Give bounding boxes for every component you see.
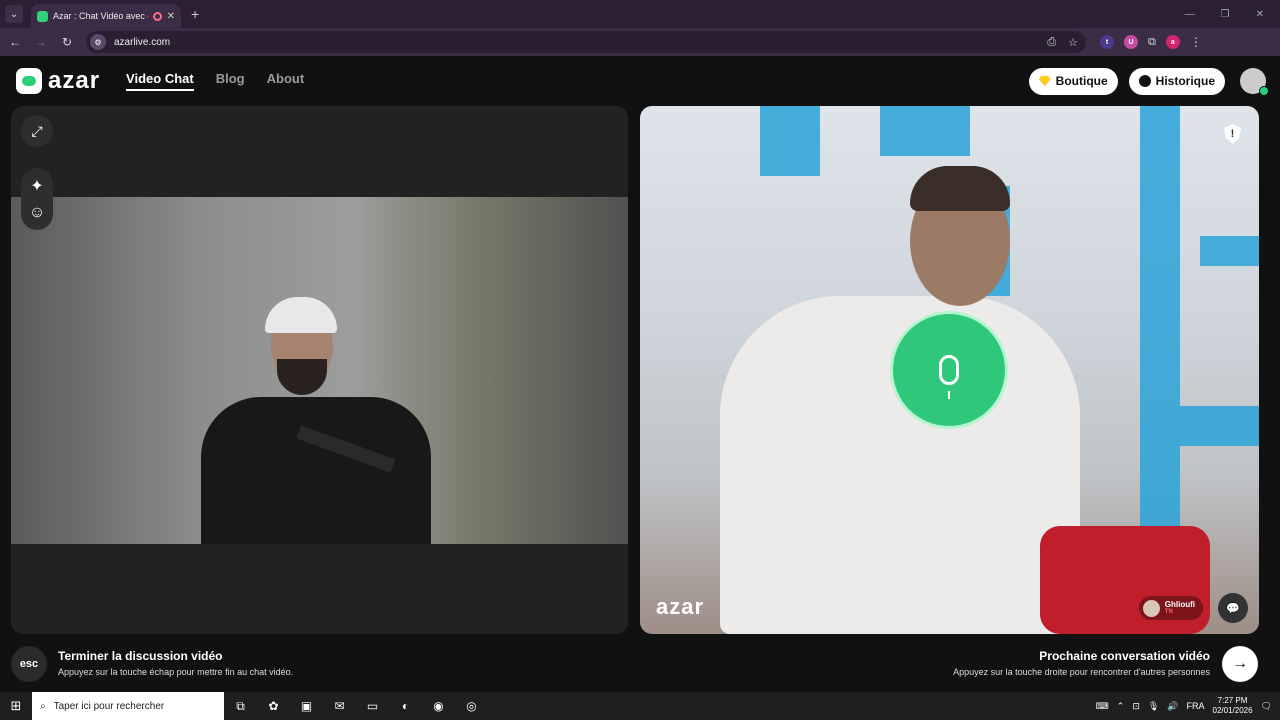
address-bar: ← → ↻ ⚙ azarlive.com ⎙ ☆ t U ⧉ a ⋮ — [0, 28, 1280, 56]
bookmark-star-icon[interactable]: ☆ — [1068, 36, 1078, 49]
azar-logo[interactable]: azar — [16, 67, 100, 95]
extension-t-icon[interactable]: t — [1100, 35, 1114, 49]
recording-indicator-icon — [152, 11, 162, 21]
partner-profile-chip[interactable]: Ghlioufi TN — [1138, 596, 1203, 620]
volume-icon[interactable]: 🔊 — [1167, 701, 1178, 712]
azar-watermark: azar — [656, 594, 705, 619]
restore-button[interactable]: ❐ — [1221, 9, 1230, 20]
microphone-tray-icon[interactable]: 🎙 — [1148, 701, 1159, 712]
boutique-button[interactable]: Boutique — [1028, 67, 1118, 95]
azar-favicon-icon — [37, 10, 48, 22]
browser-tab[interactable]: Azar : Chat Vidéo avec de n ✕ — [31, 4, 181, 28]
partner-figure — [700, 166, 1080, 634]
browser-menu-icon[interactable]: ⋮ — [1190, 35, 1202, 49]
store-icon[interactable]: ▣ — [290, 699, 323, 713]
minimize-button[interactable]: — — [1185, 9, 1195, 20]
end-chat-title: Terminer la discussion vidéo — [58, 649, 223, 663]
search-icon: ⌕ — [40, 700, 46, 712]
next-chat-hint: Appuyez sur la touche droite pour rencon… — [953, 667, 1210, 677]
windows-start-icon[interactable]: ⊞ — [0, 698, 32, 714]
next-chat-button[interactable]: → — [1222, 646, 1258, 682]
clock-icon — [1138, 75, 1151, 87]
partner-name: Ghlioufi — [1164, 599, 1195, 609]
file-explorer-icon[interactable]: ▭ — [356, 699, 389, 713]
effects-sparkle-icon[interactable]: ✦ — [30, 176, 43, 196]
omnibox[interactable]: ⚙ azarlive.com ⎙ ☆ — [86, 31, 1086, 53]
site-header: azar Video Chat Blog About Boutique Hist… — [0, 56, 1280, 106]
my-video-panel: ⤢ ✦ ☺ — [11, 106, 628, 634]
taskbar-search[interactable]: ⌕ Taper ici pour rechercher — [32, 692, 224, 720]
nav-about[interactable]: About — [267, 71, 305, 91]
tray-chevron-icon[interactable]: ⌃ — [1117, 701, 1125, 712]
chrome-icon[interactable]: ◎ — [455, 699, 488, 713]
partner-country: TN — [1164, 609, 1173, 616]
face-filter-icon[interactable]: ☺ — [29, 204, 45, 222]
search-placeholder: Taper ici pour rechercher — [53, 700, 165, 712]
historique-button[interactable]: Historique — [1128, 67, 1225, 95]
clock-date: 02/01/2026 — [1212, 706, 1253, 715]
partner-video-panel: ! azar LfVASsgQPB Ghlioufi TN 💬 — [640, 106, 1259, 634]
nav-blog[interactable]: Blog — [216, 71, 245, 91]
reload-icon[interactable]: ↻ — [56, 35, 78, 49]
system-clock[interactable]: 7:27 PM 02/01/2026 — [1213, 696, 1253, 716]
microphone-button[interactable] — [893, 314, 1005, 426]
edge-icon[interactable]: ◐ — [389, 699, 422, 713]
bottom-controls: esc Terminer la discussion vidéo Appuyez… — [0, 644, 1280, 688]
arrow-right-icon: → — [1232, 655, 1248, 672]
nav-video-chat[interactable]: Video Chat — [126, 71, 194, 91]
self-figure — [201, 297, 431, 544]
profile-avatar[interactable]: a — [1165, 35, 1180, 49]
tab-title: Azar : Chat Vidéo avec de n — [53, 11, 148, 21]
azar-logo-text: azar — [48, 67, 101, 94]
install-app-icon[interactable]: ⎙ — [1047, 36, 1056, 49]
notifications-icon[interactable]: 🗨 — [1261, 701, 1272, 712]
tab-search-button[interactable]: ⌄ — [5, 5, 23, 23]
extension-u-icon[interactable]: U — [1124, 35, 1138, 49]
report-shield-icon[interactable]: ! — [1224, 124, 1241, 144]
task-view-icon[interactable]: ⧉ — [224, 699, 257, 714]
end-chat-button[interactable]: esc — [11, 646, 47, 682]
microphone-icon — [939, 355, 959, 399]
next-chat-title: Prochaine conversation vidéo — [1039, 649, 1210, 663]
recorder-icon[interactable]: ◉ — [422, 699, 455, 713]
url-text[interactable]: azarlive.com — [114, 37, 170, 48]
watermark-id: LfVASsgQPB — [724, 610, 766, 617]
fullscreen-button[interactable]: ⤢ — [21, 115, 53, 147]
close-tab-icon[interactable]: ✕ — [167, 11, 175, 22]
partner-avatar — [1142, 599, 1160, 617]
keyboard-layout-icon[interactable]: ⌨ — [1096, 701, 1109, 712]
site-info-icon[interactable]: ⚙ — [90, 34, 106, 50]
historique-label: Historique — [1155, 74, 1215, 88]
browser-tab-strip: ⌄ Azar : Chat Vidéo avec de n ✕ + — ❐ ✕ — [0, 0, 1280, 28]
end-chat-hint: Appuyez sur la touche échap pour mettre … — [58, 667, 294, 677]
network-icon[interactable]: ⊡ — [1132, 701, 1140, 712]
my-camera-feed — [11, 197, 628, 544]
boutique-label: Boutique — [1055, 74, 1108, 88]
azar-logo-icon — [16, 68, 42, 94]
azar-page: azar Video Chat Blog About Boutique Hist… — [0, 56, 1280, 692]
expand-icon: ⤢ — [31, 122, 43, 139]
forward-icon[interactable]: → — [30, 35, 52, 49]
mail-icon[interactable]: ✉ — [323, 699, 356, 713]
language-indicator[interactable]: FRA — [1187, 701, 1205, 711]
chat-bubble-icon: 💬 — [1226, 602, 1240, 615]
back-icon[interactable]: ← — [4, 35, 26, 49]
gem-icon — [1038, 76, 1051, 86]
new-tab-button[interactable]: + — [191, 6, 199, 22]
user-avatar[interactable] — [1240, 68, 1269, 96]
chat-button[interactable]: 💬 — [1218, 593, 1248, 623]
copilot-icon[interactable]: ✿ — [257, 699, 290, 713]
windows-taskbar: ⊞ ⌕ Taper ici pour rechercher ⧉ ✿ ▣ ✉ ▭ … — [0, 692, 1280, 720]
main-nav: Video Chat Blog About — [126, 71, 304, 91]
clock-time: 7:27 PM — [1217, 696, 1248, 705]
extensions-puzzle-icon[interactable]: ⧉ — [1148, 36, 1156, 49]
close-window-button[interactable]: ✕ — [1256, 9, 1264, 20]
